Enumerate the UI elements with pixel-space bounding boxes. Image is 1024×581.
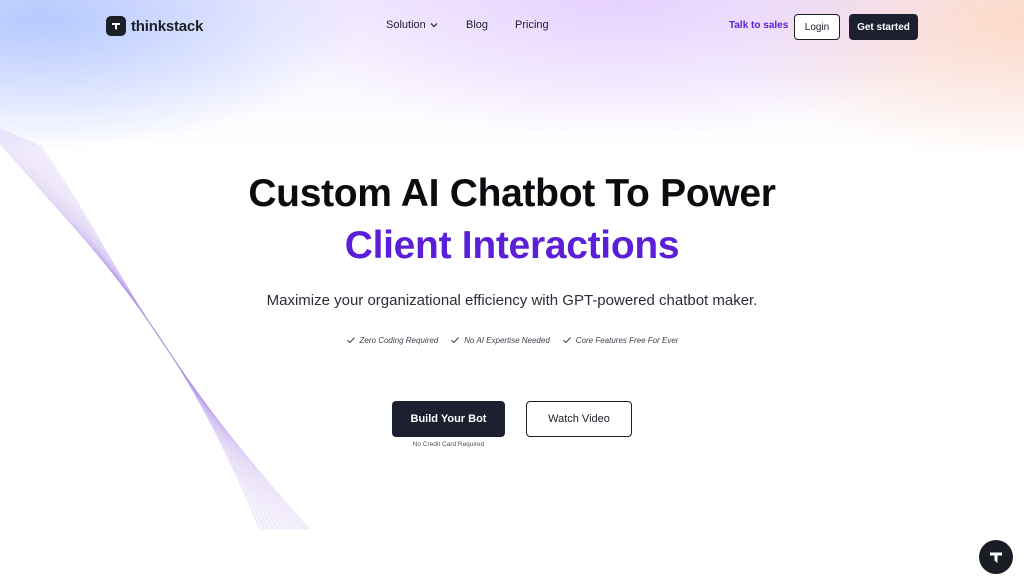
feature-label: No AI Expertise Needed [464, 335, 550, 345]
nav-link-pricing[interactable]: Pricing [515, 19, 565, 31]
cta-note: No Credit Card Required [412, 441, 485, 448]
feature-label: Core Features Free For Ever [575, 335, 679, 345]
brand-name: thinkstack [131, 17, 204, 35]
feature-item: No AI Expertise Needed [450, 335, 550, 345]
feature-label: Zero Coding Required [359, 335, 439, 345]
brand-logo[interactable]: thinkstack [106, 16, 203, 36]
hero-title-line1: Custom AI Chatbot To Power [248, 172, 776, 215]
nav-link-solution[interactable]: Solution [386, 19, 466, 31]
hero-title-line2: Client Interactions [344, 224, 680, 267]
hero-subtitle: Maximize your organizational efficiency … [266, 292, 758, 309]
feature-item: Zero Coding Required [346, 335, 439, 345]
nav-link-label: Solution [386, 19, 426, 31]
check-icon [346, 337, 355, 344]
login-button[interactable]: Login [794, 14, 840, 40]
thinkstack-logo-icon [106, 16, 126, 36]
feature-item: Core Features Free For Ever [562, 335, 679, 345]
check-icon [562, 337, 571, 344]
nav-link-label: Blog [466, 19, 489, 31]
top-navigation: thinkstack Solution Blog Pricing Talk to… [0, 0, 1024, 54]
nav-link-label: Pricing [515, 19, 549, 31]
chat-launcher-button[interactable] [979, 540, 1013, 574]
build-your-bot-button[interactable]: Build Your Bot [392, 401, 505, 437]
watch-video-button[interactable]: Watch Video [526, 401, 632, 437]
talk-to-sales-link[interactable]: Talk to sales [729, 20, 788, 31]
check-icon [451, 337, 460, 344]
get-started-button[interactable]: Get started [849, 14, 918, 40]
chat-launcher-icon [990, 552, 1002, 563]
feature-list: Zero Coding Required No AI Expertise Nee… [0, 335, 1024, 345]
chevron-down-icon [430, 23, 438, 28]
nav-link-blog[interactable]: Blog [466, 19, 515, 31]
nav-links: Solution Blog Pricing [386, 19, 565, 31]
